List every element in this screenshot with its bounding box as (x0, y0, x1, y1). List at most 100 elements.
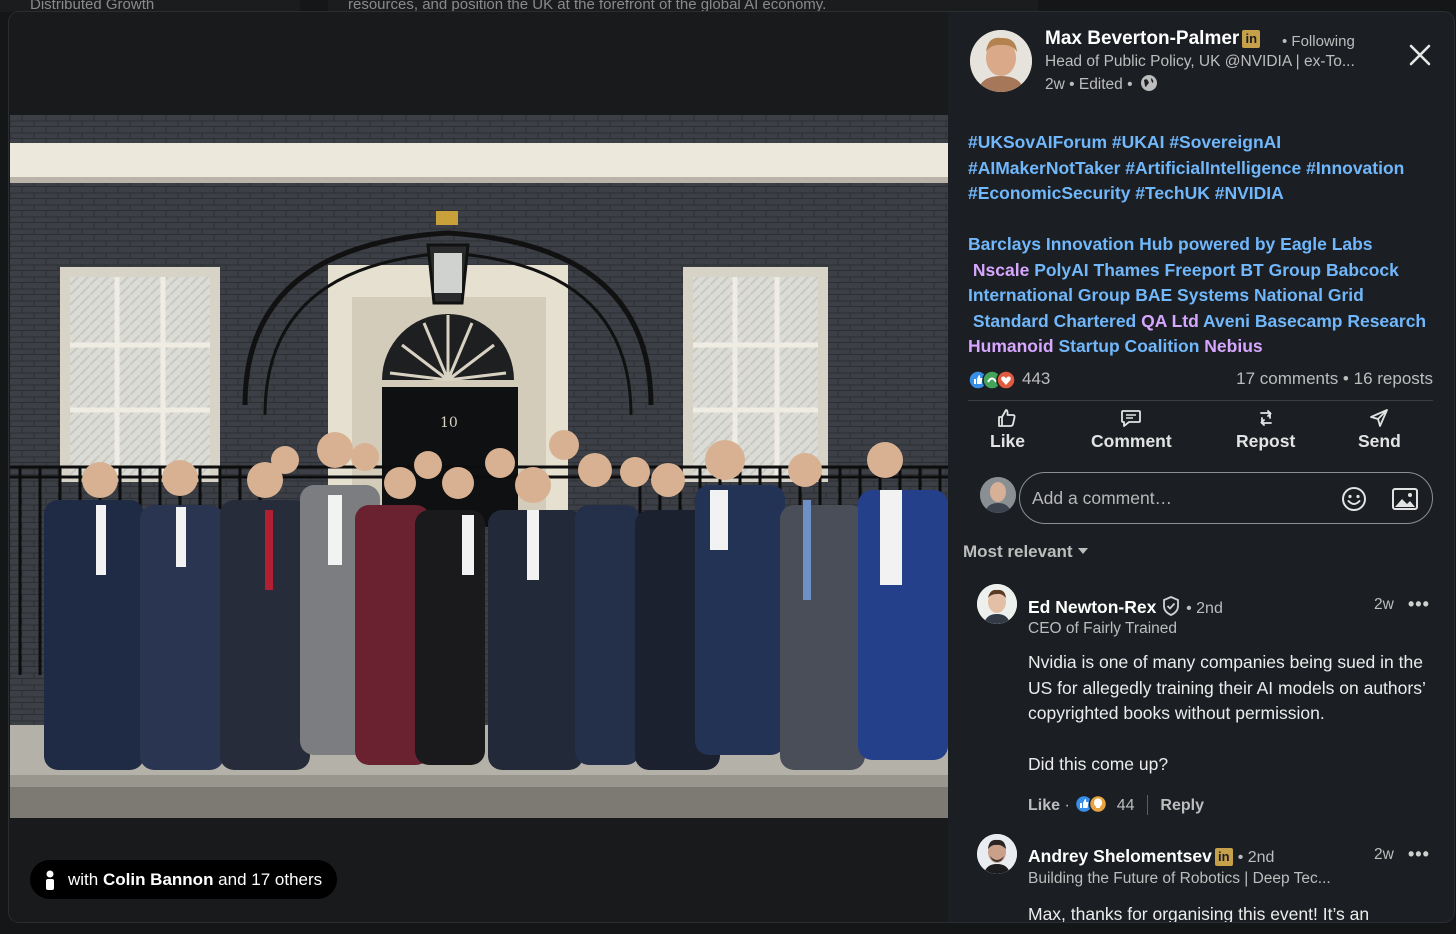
hashtag[interactable]: #UKAI (1112, 132, 1165, 152)
reaction-icons[interactable] (968, 370, 1020, 390)
more-options-icon[interactable]: ••• (1408, 844, 1430, 865)
mention-link[interactable]: Barclays Innovation Hub powered by Eagle… (968, 234, 1373, 254)
comment-text: Nvidia is one of many companies being su… (1028, 652, 1426, 724)
mention-link[interactable]: Humanoid (968, 336, 1054, 356)
sort-label: Most relevant (963, 542, 1073, 561)
commenter-title: Building the Future of Robotics | Deep T… (1028, 870, 1331, 887)
commenter-name[interactable]: Andrey Shelomentsev in • 2nd (1028, 846, 1274, 867)
tagged-people-chip[interactable]: with Colin Bannon and 17 others (30, 860, 338, 899)
author-avatar[interactable] (970, 30, 1032, 92)
mention-link[interactable]: Standard Chartered (973, 311, 1136, 331)
comment-text: Max, thanks for organising this event! I… (1028, 904, 1370, 922)
comment-time: 2w (1374, 596, 1394, 613)
image-icon[interactable] (1391, 486, 1419, 512)
comment-text: Did this come up? (1028, 753, 1169, 774)
mention-link[interactable]: QA Ltd (1141, 311, 1199, 331)
mention-link[interactable]: BAE Systems (1135, 285, 1249, 305)
send-icon (1370, 409, 1389, 427)
more-options-icon[interactable]: ••• (1408, 594, 1430, 615)
send-label: Send (1358, 431, 1401, 451)
social-counts: 443 17 comments • 16 reposts (968, 368, 1433, 392)
emoji-icon[interactable] (1340, 485, 1368, 513)
verified-icon (1163, 596, 1180, 616)
group-photo-illustration: 10 (10, 115, 948, 818)
like-label: Like (990, 431, 1026, 451)
comment-item: Andrey Shelomentsev in • 2nd Building the… (968, 834, 1443, 922)
author-name[interactable]: Max Beverton-Palmer in (1045, 28, 1261, 50)
mention-link[interactable]: Basecamp Research (1255, 311, 1426, 331)
commenter-name-text[interactable]: Andrey Shelomentsev (1028, 846, 1212, 866)
reply-button[interactable]: Reply (1160, 797, 1204, 814)
tagged-prefix: with (68, 870, 103, 889)
mention-link[interactable]: Startup Coalition (1058, 336, 1199, 356)
following-status[interactable]: • Following (1282, 33, 1355, 50)
close-icon[interactable] (1405, 40, 1435, 70)
mention-link[interactable]: Thames Freeport (1094, 260, 1236, 280)
commenter-avatar-image (977, 834, 1017, 874)
comment-sort-dropdown[interactable]: Most relevant (963, 542, 1089, 562)
commenter-name[interactable]: Ed Newton-Rex • 2nd (1028, 596, 1223, 618)
mention-link[interactable]: Aveni (1203, 311, 1250, 331)
current-user-avatar-image (980, 477, 1016, 513)
hashtag[interactable]: #NVIDIA (1215, 183, 1284, 203)
repost-icon (1259, 410, 1272, 426)
comment-actions: Like · 44 Reply (1028, 794, 1204, 815)
mention-link[interactable]: National Grid (1254, 285, 1364, 305)
comment-body: Max, thanks for organising this event! I… (1028, 902, 1433, 922)
post-meta: 2w • Edited • (1045, 74, 1158, 94)
mention-link[interactable]: PolyAI (1034, 260, 1088, 280)
comment-reaction-icons[interactable] (1074, 794, 1112, 814)
send-button[interactable]: Send (1358, 408, 1401, 452)
person-icon (46, 870, 54, 890)
hashtag[interactable]: #EconomicSecurity (968, 183, 1130, 203)
post-photo[interactable]: 10 (10, 115, 948, 818)
comment-label: Comment (1091, 431, 1172, 451)
comment-reaction-count[interactable]: 44 (1117, 797, 1135, 814)
comment-icon (1121, 410, 1142, 427)
comments-reposts-count[interactable]: 17 comments • 16 reposts (1236, 369, 1433, 389)
commenter-avatar[interactable] (977, 584, 1017, 624)
tagged-suffix[interactable]: and 17 others (213, 870, 322, 889)
post-details-panel: Max Beverton-Palmer in • Following Head o… (957, 12, 1454, 922)
repost-button[interactable]: Repost (1236, 408, 1295, 452)
commenter-avatar[interactable] (977, 834, 1017, 874)
post-meta-text: 2w • Edited • (1045, 76, 1133, 93)
hashtag[interactable]: #AIMakerNotTaker (968, 158, 1120, 178)
mention-link[interactable]: BT Group (1240, 260, 1321, 280)
hashtag[interactable]: #TechUK (1135, 183, 1210, 203)
post-hashtags: #UKSovAIForum #UKAI #SovereignAI #AIMake… (968, 130, 1448, 207)
hashtag[interactable]: #ArtificialIntelligence (1125, 158, 1301, 178)
connection-degree: • 2nd (1237, 849, 1275, 866)
post-actions-bar: Like Comment Repost Send (968, 408, 1438, 458)
current-user-avatar[interactable] (980, 477, 1016, 513)
comment-composer (1019, 472, 1433, 524)
mention-link[interactable]: Nscale (973, 260, 1029, 280)
hashtag[interactable]: #SovereignAI (1169, 132, 1281, 152)
tagged-name[interactable]: Colin Bannon (103, 870, 213, 889)
hashtag[interactable]: #UKSovAIForum (968, 132, 1107, 152)
author-headline: Head of Public Policy, UK @NVIDIA | ex-T… (1045, 53, 1355, 70)
mention-link[interactable]: Nebius (1204, 336, 1262, 356)
comment-like-button[interactable]: Like (1028, 797, 1060, 814)
comment-body: Nvidia is one of many companies being su… (1028, 650, 1433, 777)
post-modal: 10 with Colin Bannon and 17 others Max B… (9, 12, 1454, 922)
connection-degree: • 2nd (1186, 600, 1223, 617)
commenter-avatar-image (977, 584, 1017, 624)
commenter-name-text[interactable]: Ed Newton-Rex (1028, 597, 1156, 617)
hashtag[interactable]: #Innovation (1306, 158, 1404, 178)
comment-time: 2w (1374, 846, 1394, 863)
like-button[interactable]: Like (990, 408, 1025, 452)
globe-icon (1140, 75, 1157, 91)
comment-input[interactable] (1032, 485, 1332, 511)
comment-item: Ed Newton-Rex • 2nd CEO of Fairly Traine… (968, 584, 1443, 815)
premium-badge-icon: in (1242, 30, 1261, 48)
author-avatar-image (970, 30, 1032, 92)
author-name-text[interactable]: Max Beverton-Palmer (1045, 28, 1239, 49)
caret-down-icon (1078, 548, 1089, 554)
divider (1146, 795, 1148, 815)
reaction-count[interactable]: 443 (1022, 369, 1050, 389)
commenter-title: CEO of Fairly Trained (1028, 620, 1178, 637)
premium-badge-icon: in (1214, 848, 1233, 866)
comment-button[interactable]: Comment (1091, 408, 1172, 452)
photo-panel: 10 with Colin Bannon and 17 others (9, 12, 948, 922)
